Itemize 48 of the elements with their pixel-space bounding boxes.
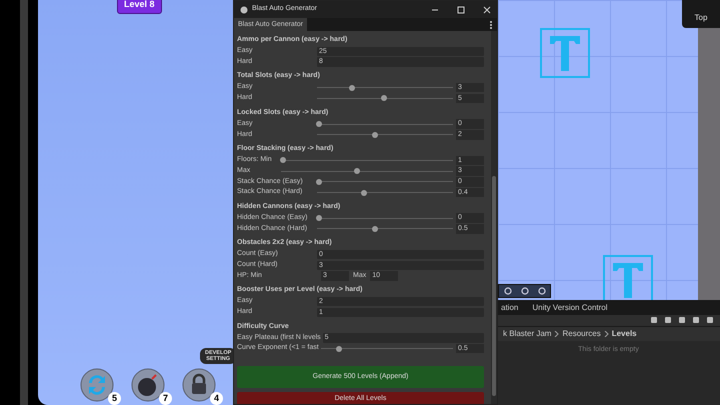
window-icon [240,6,248,14]
level-badge: Level 8 [117,0,162,14]
slider-track[interactable] [317,177,453,186]
breadcrumb-item[interactable]: k Blaster Jam [503,328,552,340]
slider-thumb[interactable] [348,84,355,91]
booster-button[interactable]: 4 [182,368,223,405]
booster-shuffle-icon [80,368,114,402]
panel-tab[interactable]: Unity Version Control [532,302,608,313]
slider-thumb[interactable] [336,346,342,352]
slider-track[interactable] [317,214,453,223]
slider-thumb[interactable] [354,168,360,174]
slider-track[interactable] [317,224,453,234]
booster-button[interactable]: 7 [131,368,172,405]
slider-thumb[interactable] [372,226,378,232]
slider-track[interactable] [281,156,453,165]
slider-track[interactable] [317,130,453,140]
tool-icon [504,287,512,295]
view-orientation-label[interactable]: Top [682,0,720,28]
scrollbar-thumb[interactable] [492,176,496,396]
booster-count: 7 [159,392,172,405]
slider-track[interactable] [317,120,453,129]
maximize-icon [457,6,465,14]
booster-button[interactable]: 5 [80,368,121,405]
panel-tab[interactable]: ation [501,302,518,313]
slider-track[interactable] [317,188,453,198]
booster-lock-icon [182,368,216,402]
breadcrumb-item[interactable]: Levels [612,328,637,340]
slider-thumb[interactable] [316,178,322,185]
slider-thumb[interactable] [316,215,322,222]
tool-icon [520,287,528,295]
slider-thumb[interactable] [280,157,286,164]
booster-count: 4 [210,392,223,405]
slider-thumb[interactable] [372,132,378,138]
slider-track[interactable] [317,83,453,92]
tool-icon [538,287,546,295]
chevron-icon [554,331,560,337]
chevron-icon [604,331,609,337]
slider-track[interactable] [281,166,453,176]
slider-thumb[interactable] [381,95,388,102]
slider-track[interactable] [317,94,453,103]
more-options-icon [488,20,494,30]
slider-thumb[interactable] [360,190,367,196]
breadcrumb-item[interactable]: Resources [562,328,601,340]
slider-track[interactable] [320,344,453,354]
booster-count: 5 [108,392,121,405]
booster-bomb-icon [131,368,165,402]
close-icon [483,6,491,14]
slider-thumb[interactable] [316,121,322,128]
